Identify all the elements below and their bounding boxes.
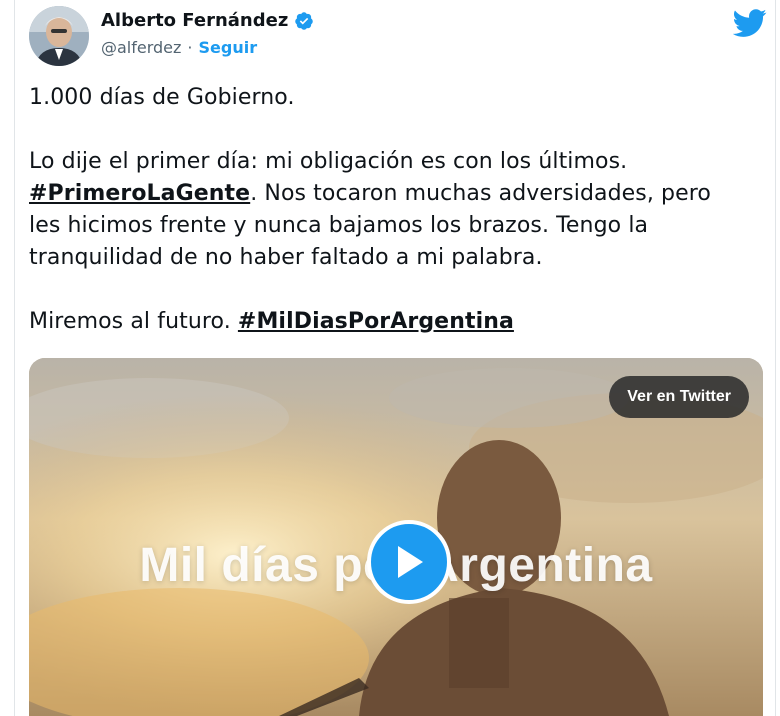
- hashtag-mildiasporargentina-link[interactable]: #MilDiasPorArgentina: [238, 309, 514, 334]
- play-button[interactable]: [367, 520, 451, 604]
- author-handle-row: @alferdez · Seguir: [101, 38, 257, 57]
- tweet-paragraph-3-prefix: Miremos al futuro.: [29, 309, 238, 334]
- author-name[interactable]: Alberto Fernández: [101, 10, 288, 31]
- handle-separator: ·: [187, 38, 193, 57]
- play-icon: [398, 546, 423, 578]
- tweet-card: Alberto Fernández @alferdez · Seguir 1.0…: [14, 0, 776, 716]
- author-handle[interactable]: @alferdez: [101, 38, 181, 57]
- tweet-line-1: 1.000 días de Gobierno.: [29, 85, 295, 110]
- tweet-paragraph-3: Miremos al futuro. #MilDiasPorArgentina: [29, 306, 749, 338]
- tweet-text: 1.000 días de Gobierno. Lo dije el prime…: [29, 82, 749, 338]
- hashtag-primerolagente-link[interactable]: #PrimeroLaGente: [29, 181, 250, 206]
- author-name-row: Alberto Fernández: [101, 10, 314, 31]
- follow-button[interactable]: Seguir: [199, 38, 258, 57]
- tweet-header: Alberto Fernández @alferdez · Seguir: [29, 6, 769, 66]
- verified-badge-icon: [295, 11, 314, 30]
- view-on-twitter-button[interactable]: Ver en Twitter: [609, 376, 749, 418]
- tweet-paragraph-2-prefix: Lo dije el primer día: mi obligación es …: [29, 149, 628, 174]
- avatar[interactable]: [29, 6, 89, 66]
- video-media[interactable]: Ver en Twitter Mil días por Argentina: [29, 358, 763, 716]
- tweet-paragraph-2: Lo dije el primer día: mi obligación es …: [29, 146, 749, 274]
- twitter-bird-icon[interactable]: [733, 6, 767, 40]
